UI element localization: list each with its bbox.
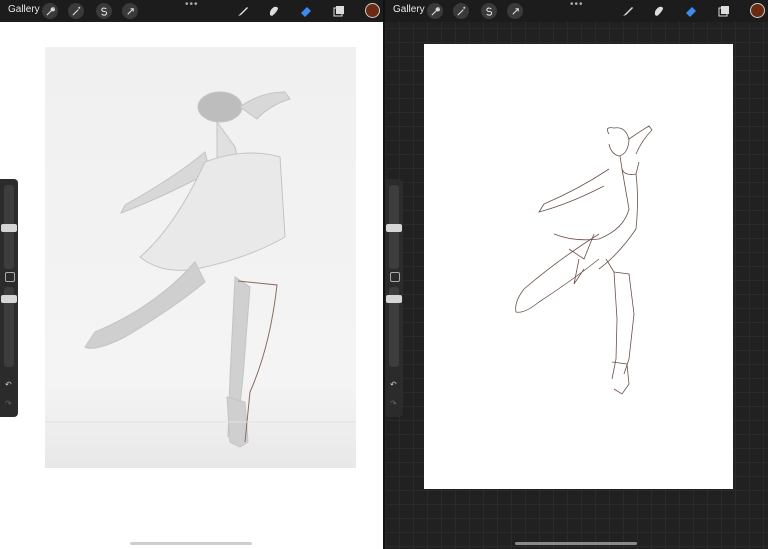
selection-icon[interactable] — [96, 3, 112, 19]
gallery-button[interactable]: Gallery — [8, 4, 40, 15]
brush-icon[interactable] — [620, 3, 636, 19]
redo-button[interactable]: ↷ — [390, 399, 397, 408]
brush-size-handle[interactable] — [1, 224, 17, 232]
procreate-screen-reference: Gallery ••• ↶ ↷ — [0, 0, 383, 549]
home-indicator[interactable] — [130, 542, 252, 545]
eraser-icon[interactable] — [298, 3, 314, 19]
brush-size-handle[interactable] — [386, 224, 402, 232]
wrench-icon[interactable] — [42, 3, 58, 19]
modify-button[interactable] — [5, 272, 15, 282]
ballerina-line-sketch — [515, 125, 653, 395]
sidebar: ↶ ↷ — [0, 179, 18, 417]
color-picker-button[interactable] — [365, 3, 380, 18]
drawing-canvas[interactable] — [424, 44, 733, 489]
gallery-button[interactable]: Gallery — [393, 4, 425, 15]
opacity-handle[interactable] — [1, 295, 17, 303]
opacity-handle[interactable] — [386, 295, 402, 303]
undo-button[interactable]: ↶ — [5, 380, 12, 389]
magic-wand-icon[interactable] — [68, 3, 84, 19]
brush-icon[interactable] — [235, 3, 251, 19]
smudge-icon[interactable] — [651, 3, 667, 19]
layers-icon[interactable] — [331, 3, 347, 19]
wrench-icon[interactable] — [427, 3, 443, 19]
transform-icon[interactable] — [122, 3, 138, 19]
procreate-screen-sketch: Gallery ••• ↶ ↷ — [385, 0, 768, 549]
reference-photo-ballerina — [45, 47, 356, 468]
ballerina-photo-figure — [45, 91, 356, 448]
modify-button[interactable] — [390, 272, 400, 282]
redo-button[interactable]: ↷ — [5, 399, 12, 408]
selection-icon[interactable] — [481, 3, 497, 19]
home-indicator[interactable] — [515, 542, 637, 545]
undo-button[interactable]: ↶ — [390, 380, 397, 389]
more-handle[interactable]: ••• — [570, 0, 584, 10]
transform-icon[interactable] — [507, 3, 523, 19]
eraser-icon[interactable] — [683, 3, 699, 19]
more-handle[interactable]: ••• — [185, 0, 199, 10]
top-toolbar: Gallery ••• — [0, 0, 383, 22]
top-toolbar: Gallery ••• — [385, 0, 768, 22]
sidebar: ↶ ↷ — [385, 179, 403, 417]
layers-icon[interactable] — [716, 3, 732, 19]
smudge-icon[interactable] — [266, 3, 282, 19]
color-picker-button[interactable] — [750, 3, 765, 18]
magic-wand-icon[interactable] — [453, 3, 469, 19]
